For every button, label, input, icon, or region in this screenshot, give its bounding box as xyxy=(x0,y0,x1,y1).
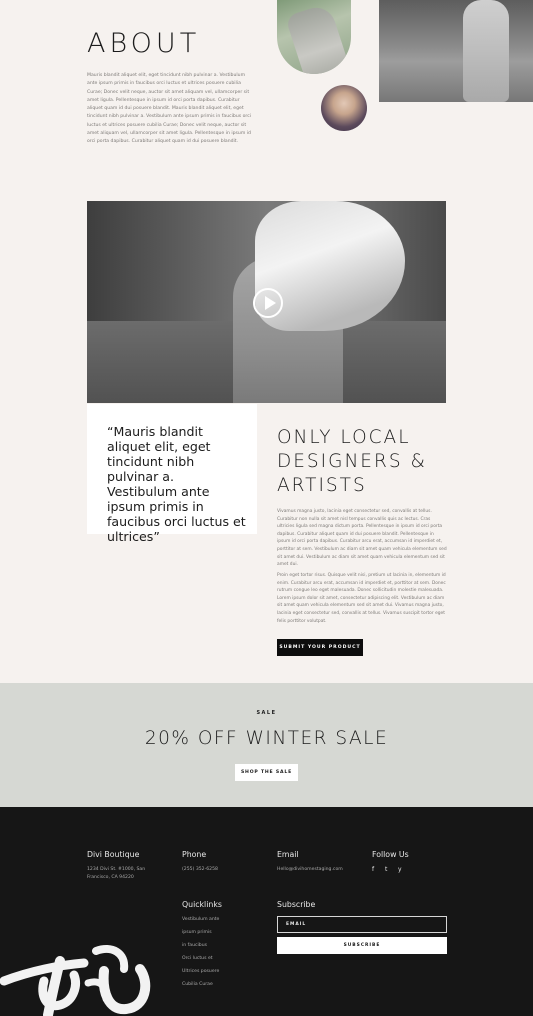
about-title: ABOUT xyxy=(87,28,201,59)
youtube-icon[interactable]: y xyxy=(398,866,402,873)
quicklink-item[interactable]: Ultrices posuere xyxy=(182,969,219,974)
quote-card: “Mauris blandit aliquet elit, eget tinci… xyxy=(87,404,257,544)
quote-text: “Mauris blandit aliquet elit, eget tinci… xyxy=(107,424,246,544)
footer-phone[interactable]: (255) 352-6258 xyxy=(182,866,218,874)
bw-portrait-photo xyxy=(379,0,533,102)
footer-subscribe-heading: Subscribe xyxy=(277,900,316,909)
sale-title: 20% OFF WINTER SALE xyxy=(144,728,389,749)
twitter-icon[interactable]: t xyxy=(385,866,387,873)
circle-portrait-photo xyxy=(321,85,367,131)
email-input[interactable]: EMAIL xyxy=(277,916,447,933)
brush-stroke-decoration xyxy=(0,945,151,1016)
quicklink-item[interactable]: Orci luctus et xyxy=(182,956,213,961)
quicklink-item[interactable]: Vestibulum ante xyxy=(182,917,219,922)
facebook-icon[interactable]: f xyxy=(372,866,374,873)
footer-brand: Divi Boutique xyxy=(87,850,140,859)
play-icon xyxy=(265,296,276,310)
submit-product-button[interactable]: SUBMIT YOUR PRODUCT xyxy=(277,639,363,656)
quicklink-item[interactable]: in faucibus xyxy=(182,943,207,948)
shop-sale-button[interactable]: SHOP THE SALE xyxy=(235,764,298,781)
local-designers-title: ONLY LOCAL DESIGNERS & ARTISTS xyxy=(277,427,427,496)
arch-photo-dress xyxy=(285,2,351,74)
local-paragraph-1: Vivamus magna justo, lacinia eget consec… xyxy=(277,509,447,568)
arch-photo xyxy=(277,0,351,74)
quicklink-item[interactable]: ipsum primis xyxy=(182,930,212,935)
video-player[interactable] xyxy=(87,201,446,403)
bw-photo-figure xyxy=(463,0,509,102)
sale-kicker: SALE xyxy=(256,710,277,716)
footer-email-heading: Email xyxy=(277,850,299,859)
footer-follow-heading: Follow Us xyxy=(372,850,409,859)
quicklink-item[interactable]: Cubilia Curae xyxy=(182,982,213,987)
footer-quicklinks-heading: Quicklinks xyxy=(182,900,222,909)
footer-address: 1234 Divi St. #1000, San Francisco, CA 9… xyxy=(87,867,146,880)
footer-phone-heading: Phone xyxy=(182,850,207,859)
play-button[interactable] xyxy=(253,288,283,318)
about-body-text: Mauris blandit aliquet elit, eget tincid… xyxy=(87,73,252,145)
footer-email[interactable]: Hello@divihomestaging.com xyxy=(277,866,343,874)
local-paragraph-2: Proin eget tortor risus. Quisque velit n… xyxy=(277,573,446,624)
subscribe-button[interactable]: SUBSCRIBE xyxy=(277,937,447,954)
